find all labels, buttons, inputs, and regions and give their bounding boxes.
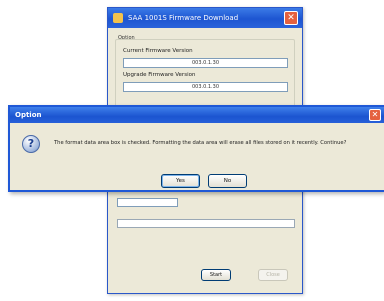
current-version-field: 003.0.1.30: [123, 58, 288, 68]
firmware-window-close-button[interactable]: ✕: [284, 11, 298, 25]
dialog-message: The format data area box is checked. For…: [54, 140, 347, 146]
no-button[interactable]: No: [208, 174, 247, 188]
current-version-label: Current Firmware Version: [123, 48, 193, 54]
dialog-title: Option: [15, 111, 42, 119]
close-button[interactable]: Close: [258, 269, 288, 281]
upgrade-version-label: Upgrade Firmware Version: [123, 72, 196, 78]
app-icon: [113, 13, 123, 23]
dialog-titlebar: Option ✕: [10, 107, 384, 123]
firmware-window-title: SAA 1001S Firmware Download: [128, 14, 239, 22]
upgrade-version-field: 003.0.1.30: [123, 82, 288, 92]
file-path-input[interactable]: [117, 198, 178, 207]
option-confirm-dialog: Option ✕ ? The format data area box is c…: [8, 105, 384, 192]
download-progress-bar: [117, 219, 295, 228]
start-button[interactable]: Start: [201, 269, 231, 281]
yes-button[interactable]: Yes: [161, 174, 200, 188]
question-icon: ?: [22, 135, 40, 153]
dialog-close-button[interactable]: ✕: [369, 109, 381, 121]
firmware-window-titlebar: SAA 1001S Firmware Download ✕: [108, 8, 302, 28]
